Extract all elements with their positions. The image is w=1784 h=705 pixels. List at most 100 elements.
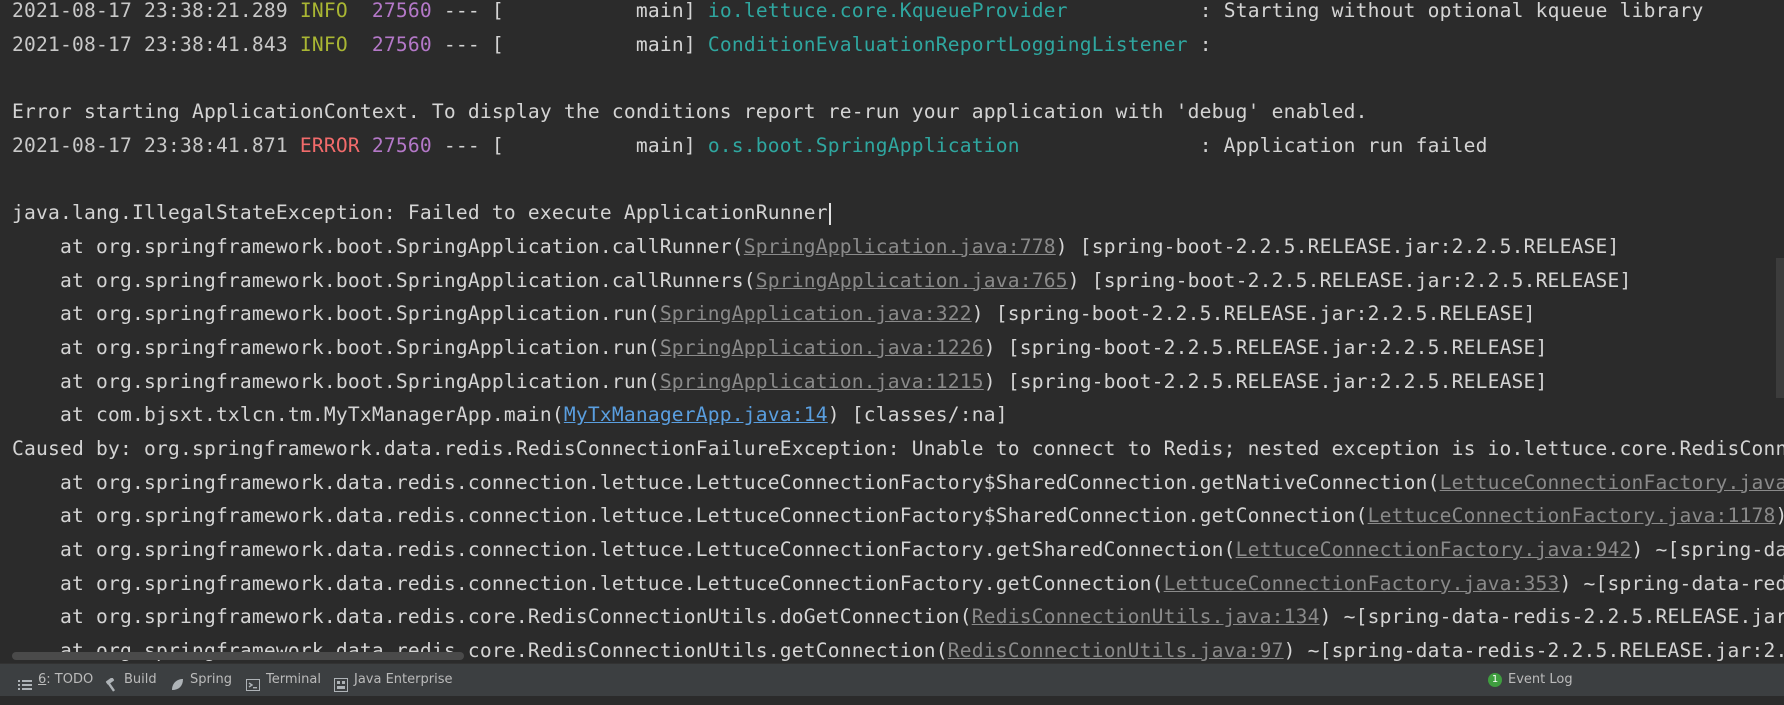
log-logger-padding	[1188, 33, 1200, 56]
spring-tool-button[interactable]: Spring	[170, 664, 232, 696]
log-level-padding	[348, 0, 372, 22]
source-file-link[interactable]: MyTxManagerApp.java:14	[564, 403, 828, 426]
console-line: 2021-08-17 23:38:21.289 INFO 27560 --- […	[12, 0, 1784, 28]
run-console[interactable]: 2021-08-17 23:38:21.289 INFO 27560 --- […	[0, 0, 1784, 663]
log-level: INFO	[300, 0, 348, 22]
stack-frame-jar: ) [classes/:na]	[828, 403, 1008, 426]
console-line: 2021-08-17 23:38:41.843 INFO 27560 --- […	[12, 28, 1784, 62]
log-thread: --- [ main]	[432, 0, 708, 22]
source-file-link[interactable]: RedisConnectionUtils.java:97	[948, 639, 1284, 662]
todo-label-text: : TODO	[46, 672, 93, 687]
todo-label: 6: TODO	[38, 664, 93, 696]
stack-frame-line: at org.springframework.boot.SpringApplic…	[12, 331, 1784, 365]
source-file-link[interactable]: SpringApplication.java:778	[744, 235, 1056, 258]
vertical-scrollbar[interactable]	[1776, 258, 1784, 398]
source-file-link[interactable]: SpringApplication.java:322	[660, 302, 972, 325]
log-pid: 27560	[372, 33, 432, 56]
stack-frame-line: at org.springframework.data.redis.core.R…	[12, 600, 1784, 634]
source-file-link[interactable]: SpringApplication.java:1215	[660, 370, 984, 393]
stack-frame-jar: ) [spring-boot-2.2.5.RELEASE.jar:2.2.5.R…	[1056, 235, 1620, 258]
stack-frame-method: at org.springframework.data.redis.connec…	[12, 572, 1164, 595]
source-file-link[interactable]: LettuceConnectionFactory.java:1178	[1368, 504, 1776, 527]
stack-frame-jar: ) [spring-boot-2.2.5.RELEASE.jar:2.2.5.R…	[1068, 269, 1632, 292]
log-level-padding	[360, 134, 372, 157]
stack-frame-jar: ) ~[spring-da	[1632, 538, 1784, 561]
stack-frame-line: at org.springframework.boot.SpringApplic…	[12, 365, 1784, 399]
source-file-link[interactable]: LettuceConnectionFactory.java:942	[1236, 538, 1632, 561]
console-line: Error starting ApplicationContext. To di…	[12, 95, 1784, 129]
stack-frame-method: at org.springframework.data.redis.connec…	[12, 504, 1368, 527]
log-timestamp: 2021-08-17 23:38:21.289	[12, 0, 288, 22]
log-level-padding	[348, 33, 372, 56]
source-file-link[interactable]: LettuceConnectionFactory.java	[1440, 471, 1784, 494]
stack-frame-method: at org.springframework.data.redis.connec…	[12, 471, 1440, 494]
stack-frame-method: at org.springframework.boot.SpringApplic…	[12, 269, 756, 292]
stack-frame-line: at org.springframework.boot.SpringApplic…	[12, 297, 1784, 331]
horizontal-scrollbar[interactable]	[12, 652, 464, 660]
stack-frame-method: at org.springframework.boot.SpringApplic…	[12, 235, 744, 258]
stack-frame-jar: ) [spring-boot-2.2.5.RELEASE.jar:2.2.5.R…	[984, 370, 1548, 393]
source-file-link[interactable]: RedisConnectionUtils.java:134	[972, 605, 1320, 628]
console-line: Caused by: org.springframework.data.redi…	[12, 432, 1784, 466]
build-label: Build	[124, 664, 157, 696]
stack-frame-method: at org.springframework.data.redis.connec…	[12, 538, 1236, 561]
log-logger-name: io.lettuce.core.KqueueProvider	[708, 0, 1068, 22]
spring-label: Spring	[190, 664, 232, 696]
terminal-tool-button[interactable]: Terminal	[246, 664, 321, 696]
stack-frame-line: at org.springframework.data.redis.connec…	[12, 499, 1784, 533]
hammer-icon	[104, 673, 118, 687]
stack-frame-line: at com.bjsxt.txlcn.tm.MyTxManagerApp.mai…	[12, 398, 1784, 432]
stack-frame-method: at org.springframework.boot.SpringApplic…	[12, 336, 660, 359]
log-thread: --- [ main]	[432, 33, 708, 56]
stack-frame-jar: ) ~[spring-data-red	[1560, 572, 1784, 595]
text-caret	[829, 203, 831, 225]
stack-frame-line: at org.springframework.boot.SpringApplic…	[12, 264, 1784, 298]
console-output[interactable]: 2021-08-17 23:38:21.289 INFO 27560 --- […	[12, 0, 1784, 663]
log-pid: 27560	[372, 0, 432, 22]
console-line: 2021-08-17 23:38:41.871 ERROR 27560 --- …	[12, 129, 1784, 163]
console-line: java.lang.IllegalStateException: Failed …	[12, 196, 1784, 230]
stack-frame-method: at org.springframework.data.redis.core.R…	[12, 605, 972, 628]
stack-frame-jar: ) [spring-boot-2.2.5.RELEASE.jar:2.2.5.R…	[972, 302, 1536, 325]
java-enterprise-icon	[334, 673, 348, 687]
console-text: Error starting ApplicationContext. To di…	[12, 100, 1368, 123]
stack-frame-line: at org.springframework.data.redis.connec…	[12, 466, 1784, 500]
log-pid: 27560	[372, 134, 432, 157]
log-timestamp: 2021-08-17 23:38:41.871	[12, 134, 288, 157]
log-timestamp: 2021-08-17 23:38:41.843	[12, 33, 288, 56]
terminal-label: Terminal	[266, 664, 321, 696]
bottom-tool-window-bar: 6: TODO Build Spring Terminal Java Enter…	[0, 663, 1784, 696]
todo-tool-button[interactable]: 6: TODO	[18, 664, 93, 696]
console-text: Caused by: org.springframework.data.redi…	[12, 437, 1784, 460]
log-level: ERROR	[300, 134, 360, 157]
log-logger-name: ConditionEvaluationReportLoggingListener	[708, 33, 1188, 56]
log-logger-padding	[1020, 134, 1200, 157]
log-logger-padding	[1068, 0, 1200, 22]
log-message: : Starting without optional kqueue libra…	[1200, 0, 1704, 22]
event-log-label: Event Log	[1508, 664, 1573, 696]
log-level: INFO	[300, 33, 348, 56]
log-logger-name: o.s.boot.SpringApplication	[708, 134, 1020, 157]
stack-frame-line: at org.springframework.data.redis.connec…	[12, 533, 1784, 567]
stack-frame-line: at org.springframework.data.redis.connec…	[12, 567, 1784, 601]
source-file-link[interactable]: LettuceConnectionFactory.java:353	[1164, 572, 1560, 595]
stack-frame-method: at org.springframework.boot.SpringApplic…	[12, 370, 660, 393]
stack-frame-method: at com.bjsxt.txlcn.tm.MyTxManagerApp.mai…	[12, 403, 564, 426]
stack-frame-method: at org.springframework.boot.SpringApplic…	[12, 302, 660, 325]
java-enterprise-tool-button[interactable]: Java Enterprise	[334, 664, 452, 696]
event-log-tool-button[interactable]: 1 Event Log	[1488, 664, 1573, 696]
log-message: : Application run failed	[1200, 134, 1488, 157]
stack-frame-jar: ) [spring-boot-2.2.5.RELEASE.jar:2.2.5.R…	[984, 336, 1548, 359]
event-count-badge: 1	[1488, 673, 1502, 687]
spring-leaf-icon	[170, 673, 184, 687]
source-file-link[interactable]: SpringApplication.java:1226	[660, 336, 984, 359]
stack-frame-jar: ) ~[spring-data-redis-2.2.5.RELEASE.jar	[1320, 605, 1784, 628]
java-enterprise-label: Java Enterprise	[354, 664, 452, 696]
console-text: java.lang.IllegalStateException: Failed …	[12, 201, 828, 224]
source-file-link[interactable]: SpringApplication.java:765	[756, 269, 1068, 292]
console-line	[12, 61, 1784, 95]
build-tool-button[interactable]: Build	[104, 664, 157, 696]
log-thread: --- [ main]	[432, 134, 708, 157]
stack-frame-line: at org.springframework.boot.SpringApplic…	[12, 230, 1784, 264]
list-icon	[18, 673, 32, 687]
